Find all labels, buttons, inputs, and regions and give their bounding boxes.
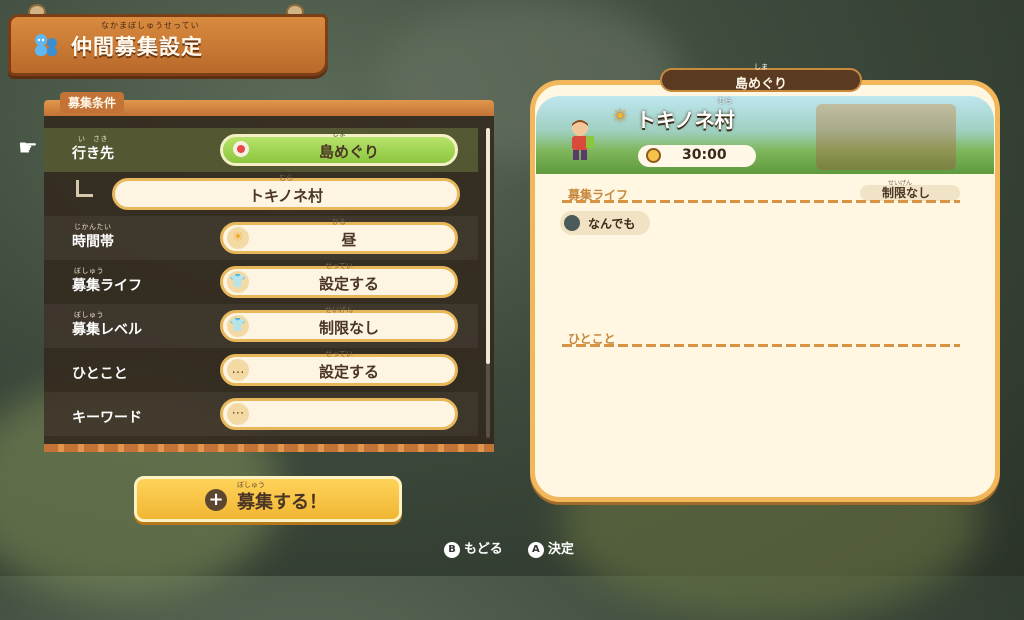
shirt-icon: 👕 bbox=[227, 315, 249, 337]
row-label: 募集ライフ bbox=[72, 278, 142, 294]
value-ruby: せいげん bbox=[325, 306, 353, 314]
destination-tab: しま 島めぐり bbox=[660, 63, 862, 92]
row-label: 募集レベル bbox=[72, 322, 142, 338]
village-field[interactable]: むら トキノネ村 bbox=[112, 174, 460, 210]
b-button-icon: B bbox=[444, 541, 460, 558]
location-pin-icon bbox=[233, 141, 249, 157]
pointing-hand-cursor-icon: ☛ bbox=[18, 136, 38, 161]
value-ruby: せってい bbox=[325, 350, 353, 358]
back-hint[interactable]: もどる bbox=[464, 542, 503, 557]
row-recruit-level[interactable]: ぼしゅう 募集レベル 👕 せいげん 制限なし bbox=[44, 304, 478, 348]
recruit-level-value: 制限なし bbox=[318, 319, 379, 337]
shirt-icon: 👕 bbox=[227, 271, 249, 293]
scrollbar-thumb[interactable] bbox=[486, 128, 490, 364]
value-ruby: むら bbox=[279, 174, 293, 182]
keyword-bubble-icon: ⋯ bbox=[227, 403, 249, 425]
village-value: トキノネ村 bbox=[249, 187, 323, 205]
row-label: キーワード bbox=[72, 410, 142, 426]
a-button-icon: A bbox=[527, 541, 544, 558]
time-limit-value: 30:00 bbox=[682, 147, 727, 163]
recruit-life-field[interactable]: 👕 せってい 設定する bbox=[220, 262, 458, 298]
player-avatar-icon bbox=[572, 120, 594, 160]
row-recruit-life[interactable]: ぼしゅう 募集ライフ 👕 せってい 設定する bbox=[44, 260, 478, 304]
sun-icon: ☀ bbox=[227, 227, 249, 249]
sub-item-connector-icon bbox=[76, 180, 93, 197]
row-label: 時間帯 bbox=[72, 234, 114, 250]
panel-footer-bar bbox=[44, 444, 494, 452]
comment-value: 設定する bbox=[318, 363, 379, 381]
page-title: 仲間募集設定 bbox=[71, 35, 203, 59]
village-building-image bbox=[816, 104, 956, 170]
confirm-hint[interactable]: 決定 bbox=[548, 542, 574, 557]
row-keyword[interactable]: キーワード ⋯ bbox=[44, 392, 478, 436]
life-chip: なんでも bbox=[560, 211, 650, 235]
row-label: ひとこと bbox=[72, 366, 128, 382]
time-of-day-value: 昼 bbox=[341, 231, 357, 249]
section-divider bbox=[562, 200, 960, 203]
village-name: トキノネ村 bbox=[636, 108, 735, 132]
row-comment[interactable]: ひとこと … せってい 設定する bbox=[44, 348, 478, 392]
plus-icon: + bbox=[205, 489, 227, 511]
recruit-button-label: 募集する！ bbox=[237, 492, 327, 513]
recruit-button[interactable]: + ぼしゅう 募集する！ bbox=[134, 476, 402, 522]
value-ruby: ひる bbox=[332, 218, 346, 226]
destination-ruby: しま bbox=[754, 63, 768, 71]
destination-field[interactable]: しま 島めぐり bbox=[220, 130, 458, 166]
sun-icon: ☀ bbox=[612, 106, 629, 127]
row-time-of-day[interactable]: じかんたい 時間帯 ☀ ひる 昼 bbox=[44, 216, 478, 260]
panel-tab-label: 募集条件 bbox=[60, 92, 125, 113]
recruit-level-field[interactable]: 👕 せいげん 制限なし bbox=[220, 306, 458, 342]
section-divider bbox=[562, 344, 960, 347]
row-village[interactable]: むら トキノネ村 bbox=[44, 172, 478, 216]
value-ruby: せってい bbox=[325, 262, 353, 270]
destination-value: 島めぐり bbox=[318, 143, 379, 161]
title-plaque: なかまぼしゅうせってい 仲間募集設定 bbox=[8, 14, 328, 76]
button-hints: B もどる A 決定 bbox=[444, 538, 574, 558]
keyword-field[interactable]: ⋯ bbox=[220, 398, 458, 430]
destination-banner-image bbox=[536, 96, 994, 174]
destination-tab-label: 島めぐり bbox=[734, 77, 787, 92]
time-of-day-field[interactable]: ☀ ひる 昼 bbox=[220, 218, 458, 254]
life-chip-label: なんでも bbox=[588, 217, 636, 231]
speech-bubble-icon: … bbox=[227, 359, 249, 381]
time-limit-pill: 30:00 bbox=[638, 145, 756, 167]
value-ruby: しま bbox=[332, 130, 346, 138]
row-destination[interactable]: い さき 行き先 しま 島めぐり bbox=[44, 128, 478, 172]
title-ruby: なかまぼしゅうせってい bbox=[101, 21, 200, 30]
recruit-life-value: 設定する bbox=[318, 275, 379, 293]
recruit-conditions-panel: 募集条件 い さき 行き先 しま 島めぐり むら トキノネ村 じかんたい 時間帯… bbox=[44, 92, 494, 452]
row-label: 行き先 bbox=[72, 146, 114, 162]
comment-field[interactable]: … せってい 設定する bbox=[220, 350, 458, 386]
life-any-icon bbox=[564, 215, 580, 231]
party-members-icon bbox=[35, 34, 57, 56]
stopwatch-icon bbox=[646, 148, 661, 163]
level-value: 制限なし bbox=[882, 186, 931, 200]
